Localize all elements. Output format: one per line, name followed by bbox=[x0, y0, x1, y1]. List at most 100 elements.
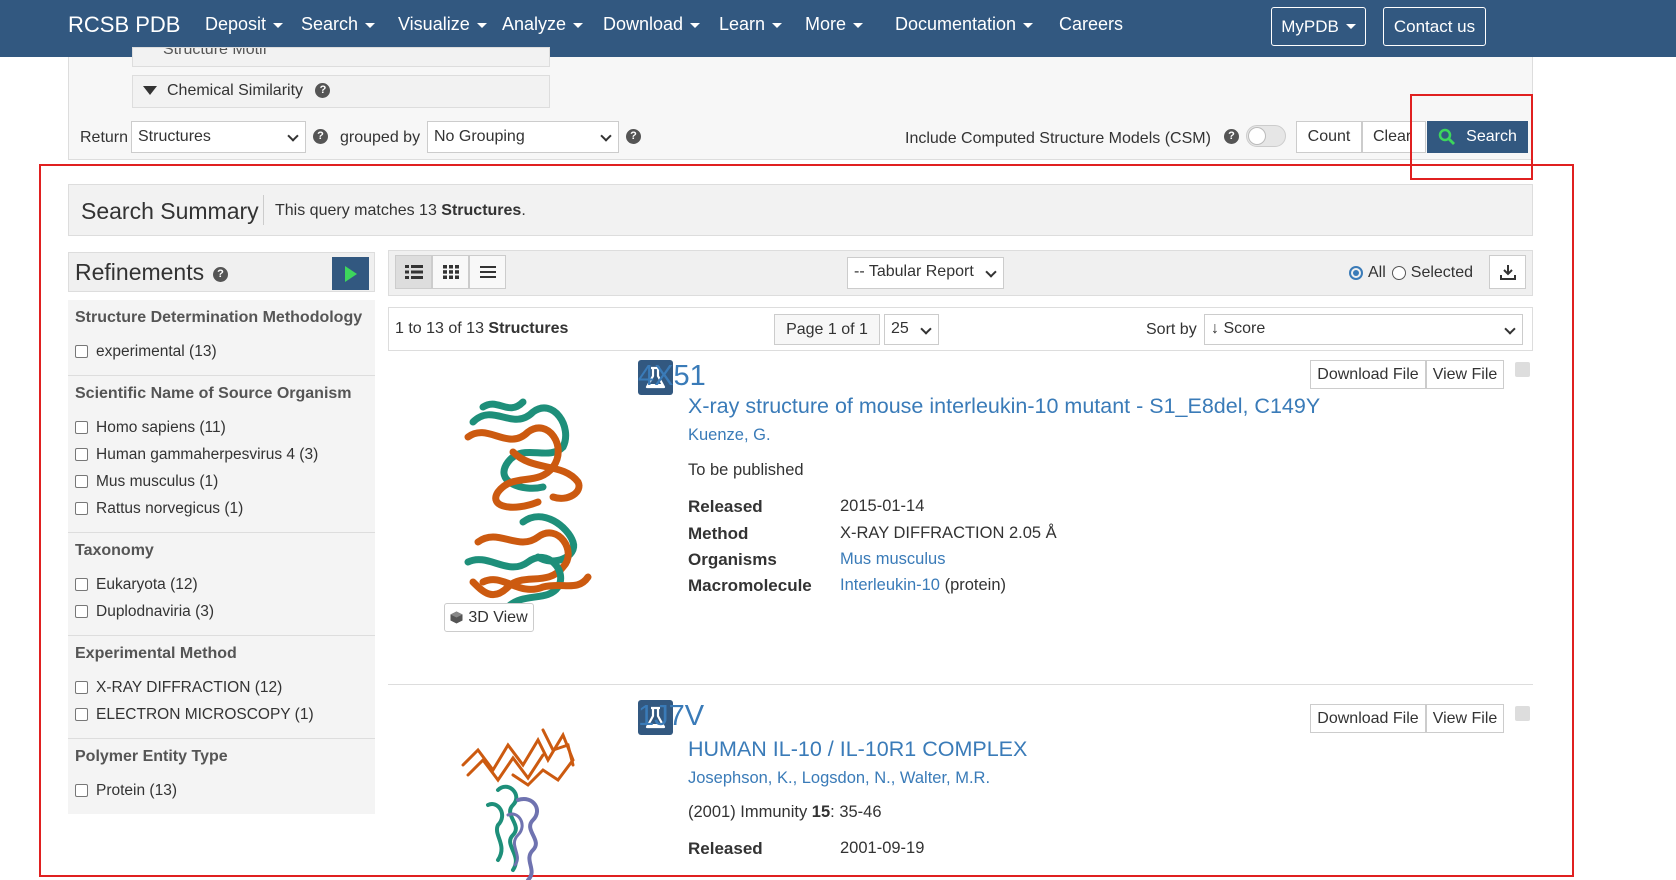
query-match-text: This query matches 13 Structures. bbox=[275, 202, 526, 219]
csm-toggle[interactable] bbox=[1246, 125, 1286, 147]
refinements-title: Refinements bbox=[75, 259, 205, 285]
mypdb-button[interactable]: MyPDB bbox=[1271, 7, 1366, 46]
chevron-down-icon bbox=[1504, 323, 1516, 335]
author-link[interactable]: Logsdon, N. bbox=[802, 769, 891, 787]
refine-group-title: Scientific Name of Source Organism bbox=[75, 385, 352, 402]
refine-option[interactable]: Duplodnaviria (3) bbox=[75, 598, 369, 625]
nav-careers[interactable]: Careers bbox=[1059, 14, 1123, 35]
count-button[interactable]: Count bbox=[1296, 121, 1362, 153]
list-view-button[interactable] bbox=[395, 255, 432, 289]
compact-view-button[interactable] bbox=[469, 255, 506, 289]
return-select[interactable]: Structures bbox=[131, 121, 306, 153]
grouping-select[interactable]: No Grouping bbox=[427, 121, 619, 153]
menu-lines-icon bbox=[479, 266, 496, 278]
help-icon[interactable]: ? bbox=[1224, 129, 1239, 144]
refine-option[interactable]: ELECTRON MICROSCOPY (1) bbox=[75, 701, 369, 728]
released-value: 2001-09-19 bbox=[840, 839, 925, 857]
paging-bar: 1 to 13 of 13 Structures Page 1 of 1 25 … bbox=[388, 307, 1533, 351]
structure-title-link[interactable]: HUMAN IL-10 / IL-10R1 COMPLEX bbox=[688, 737, 1027, 762]
select-checkbox[interactable] bbox=[1515, 706, 1530, 721]
pdb-accession-link[interactable]: 1J7V bbox=[638, 700, 704, 733]
refine-option[interactable]: Mus musculus (1) bbox=[75, 468, 369, 495]
nav-download[interactable]: Download bbox=[603, 14, 701, 35]
chevron-down-icon bbox=[365, 22, 376, 28]
checkbox[interactable] bbox=[75, 345, 88, 358]
select-checkbox[interactable] bbox=[1515, 362, 1530, 377]
download-file-button[interactable]: Download File bbox=[1310, 704, 1426, 733]
refine-option[interactable]: Rattus norvegicus (1) bbox=[75, 495, 369, 522]
nav-deposit[interactable]: Deposit bbox=[205, 14, 284, 35]
checkbox[interactable] bbox=[75, 448, 88, 461]
refine-option[interactable]: experimental (13) bbox=[75, 338, 369, 365]
structure-title-link[interactable]: X-ray structure of mouse interleukin-10 … bbox=[688, 394, 1320, 419]
help-icon[interactable]: ? bbox=[626, 129, 641, 144]
refine-option[interactable]: Eukaryota (12) bbox=[75, 571, 369, 598]
view-file-button[interactable]: View File bbox=[1426, 704, 1504, 733]
pdb-accession-link[interactable]: 4X51 bbox=[638, 360, 706, 393]
return-label: Return bbox=[80, 129, 129, 146]
structure-image[interactable] bbox=[453, 392, 593, 622]
apply-refinements-button[interactable] bbox=[332, 257, 369, 290]
authors-list: Josephson, K., Logsdon, N., Walter, M.R. bbox=[688, 769, 991, 787]
refine-group-taxonomy: Taxonomy Eukaryota (12) Duplodnaviria (3… bbox=[68, 533, 375, 636]
radio-selected[interactable] bbox=[1391, 266, 1406, 280]
page-indicator[interactable]: Page 1 of 1 bbox=[774, 314, 880, 345]
list-view-icon bbox=[404, 265, 423, 279]
refine-option[interactable]: Protein (13) bbox=[75, 777, 369, 804]
brand-logo[interactable]: RCSB PDB bbox=[68, 12, 180, 38]
refine-group-title: Polymer Entity Type bbox=[75, 748, 228, 765]
help-icon[interactable]: ? bbox=[313, 129, 328, 144]
search-summary: Search Summary This query matches 13 Str… bbox=[68, 184, 1533, 236]
nav-learn[interactable]: Learn bbox=[719, 14, 783, 35]
nav-documentation[interactable]: Documentation bbox=[895, 14, 1034, 35]
result-item: 3D View 4X51 X-ray structure of mouse in… bbox=[388, 360, 1533, 685]
nav-analyze[interactable]: Analyze bbox=[502, 14, 584, 35]
contact-us-button[interactable]: Contact us bbox=[1383, 7, 1486, 46]
help-icon[interactable]: ? bbox=[315, 83, 331, 99]
chevron-down-icon bbox=[287, 130, 299, 142]
help-icon[interactable]: ? bbox=[213, 267, 228, 282]
organism-link[interactable]: Mus musculus bbox=[840, 550, 945, 569]
author-link[interactable]: Walter, M.R. bbox=[900, 769, 990, 787]
chemical-similarity-item[interactable]: Chemical Similarity ? bbox=[132, 75, 550, 108]
structure-image[interactable] bbox=[453, 720, 583, 880]
sort-select[interactable]: ↓ Score bbox=[1204, 314, 1523, 345]
structure-motif-item[interactable]: Structure Motif bbox=[132, 47, 550, 67]
per-page-select[interactable]: 25 bbox=[884, 314, 939, 345]
nav-visualize[interactable]: Visualize bbox=[398, 14, 487, 35]
chevron-down-icon bbox=[273, 22, 284, 28]
refine-option[interactable]: Homo sapiens (11) bbox=[75, 414, 369, 441]
3d-view-button[interactable]: 3D View bbox=[444, 603, 534, 632]
chevron-down-icon bbox=[772, 22, 783, 28]
checkbox[interactable] bbox=[75, 681, 88, 694]
released-value: 2015-01-14 bbox=[840, 497, 925, 515]
chevron-down-icon bbox=[985, 266, 997, 278]
macromolecule-link[interactable]: Interleukin-10 bbox=[840, 576, 940, 594]
nav-more[interactable]: More bbox=[805, 14, 864, 35]
download-button[interactable] bbox=[1489, 255, 1526, 289]
refine-option[interactable]: X-RAY DIFFRACTION (12) bbox=[75, 674, 369, 701]
radio-all[interactable] bbox=[1349, 266, 1363, 280]
report-select[interactable]: -- Tabular Report bbox=[847, 257, 1004, 289]
refine-option[interactable]: Human gammaherpesvirus 4 (3) bbox=[75, 441, 369, 468]
cube-icon bbox=[450, 611, 463, 624]
caret-down-icon bbox=[143, 86, 157, 96]
citation-text: To be published bbox=[688, 461, 804, 479]
view-file-button[interactable]: View File bbox=[1426, 360, 1504, 389]
checkbox[interactable] bbox=[75, 605, 88, 618]
checkbox[interactable] bbox=[75, 578, 88, 591]
checkbox[interactable] bbox=[75, 502, 88, 515]
checkbox[interactable] bbox=[75, 784, 88, 797]
author-link[interactable]: Kuenze, G. bbox=[688, 426, 771, 445]
checkbox[interactable] bbox=[75, 475, 88, 488]
selection-scope: All Selected bbox=[1349, 264, 1473, 282]
refine-group-organism: Scientific Name of Source Organism Homo … bbox=[68, 376, 375, 533]
checkbox[interactable] bbox=[75, 708, 88, 721]
author-link[interactable]: Josephson, K. bbox=[688, 769, 793, 787]
grid-view-button[interactable] bbox=[432, 255, 469, 289]
nav-search[interactable]: Search bbox=[301, 14, 376, 35]
results-toolbar: -- Tabular Report All Selected bbox=[388, 250, 1533, 296]
checkbox[interactable] bbox=[75, 421, 88, 434]
download-file-button[interactable]: Download File bbox=[1310, 360, 1426, 389]
macromolecule-label: Macromolecule bbox=[688, 576, 812, 595]
